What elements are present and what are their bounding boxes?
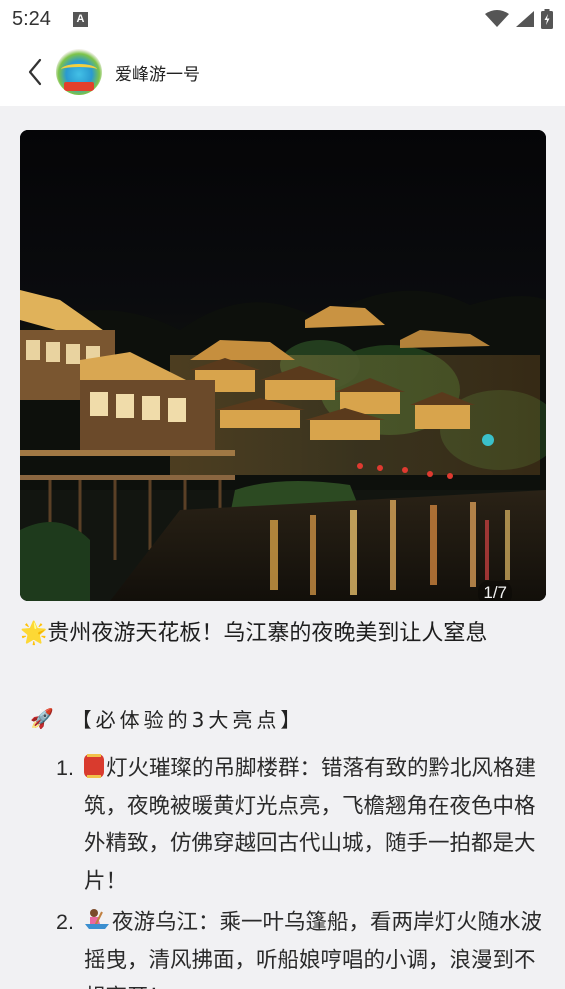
account-name[interactable]: 爱峰游一号 bbox=[115, 60, 200, 85]
rocket-icon: 🚀 bbox=[30, 708, 54, 730]
list-item-body: 灯火璀璨的吊脚楼群：错落有致的黔北风格建筑，夜晚被暖黄灯光点亮，飞檐翘角在夜色中… bbox=[84, 756, 537, 894]
signal-icon bbox=[516, 11, 534, 27]
post-title-text: 贵州夜游天花板！乌江寨的夜晚美到让人窒息 bbox=[47, 621, 488, 646]
post-content: 1/7 🌟贵州夜游天花板！乌江寨的夜晚美到让人窒息 🚀 【必体验的3大亮点】 1… bbox=[0, 106, 565, 989]
list-item-text: 夜游乌江：乘一叶乌篷船，看两岸灯火随水波摇曳，清风拂面，听船娘哼唱的小调，浪漫到… bbox=[84, 904, 546, 989]
list-item-text: 灯火璀璨的吊脚楼群：错落有致的黔北风格建筑，夜晚被暖黄灯光点亮，飞檐翘角在夜色中… bbox=[84, 750, 546, 900]
list-item: 2. 夜游乌江：乘一叶乌篷船，看两岸灯火随水波摇曳，清风拂面，听船娘哼唱的小调，… bbox=[56, 904, 546, 989]
gallery-indicator: 1/7 bbox=[478, 581, 512, 601]
wifi-icon bbox=[485, 10, 509, 27]
page-header: 爱峰游一号 bbox=[0, 38, 565, 106]
avatar[interactable] bbox=[56, 49, 102, 95]
list-item: 1. 灯火璀璨的吊脚楼群：错落有致的黔北风格建筑，夜晚被暖黄灯光点亮，飞檐翘角在… bbox=[56, 750, 546, 900]
star-icon: 🌟 bbox=[20, 621, 48, 646]
battery-icon bbox=[541, 9, 553, 29]
night-village-image bbox=[20, 130, 546, 601]
list-number: 1. bbox=[56, 756, 74, 780]
status-time: 5:24 bbox=[12, 7, 51, 30]
status-bar: 5:24 A bbox=[0, 0, 565, 38]
list-item-body: 夜游乌江：乘一叶乌篷船，看两岸灯火随水波摇曳，清风拂面，听船娘哼唱的小调，浪漫到… bbox=[84, 910, 543, 989]
notification-icon: A bbox=[72, 11, 88, 27]
post-title: 🌟贵州夜游天花板！乌江寨的夜晚美到让人窒息 bbox=[20, 616, 548, 652]
rowing-boat-icon bbox=[85, 909, 109, 929]
lantern-icon bbox=[84, 754, 104, 778]
section-heading-text: 【必体验的3大亮点】 bbox=[71, 708, 305, 732]
back-button[interactable] bbox=[8, 38, 62, 106]
chevron-left-icon bbox=[28, 58, 42, 86]
avatar-band bbox=[64, 82, 94, 91]
list-number: 2. bbox=[56, 910, 74, 934]
avatar-arc bbox=[61, 64, 97, 75]
post-photo[interactable]: 1/7 bbox=[20, 130, 546, 601]
highlights-list: 1. 灯火璀璨的吊脚楼群：错落有致的黔北风格建筑，夜晚被暖黄灯光点亮，飞檐翘角在… bbox=[56, 750, 546, 989]
status-icons bbox=[485, 9, 553, 29]
section-heading: 🚀 【必体验的3大亮点】 bbox=[30, 704, 304, 733]
